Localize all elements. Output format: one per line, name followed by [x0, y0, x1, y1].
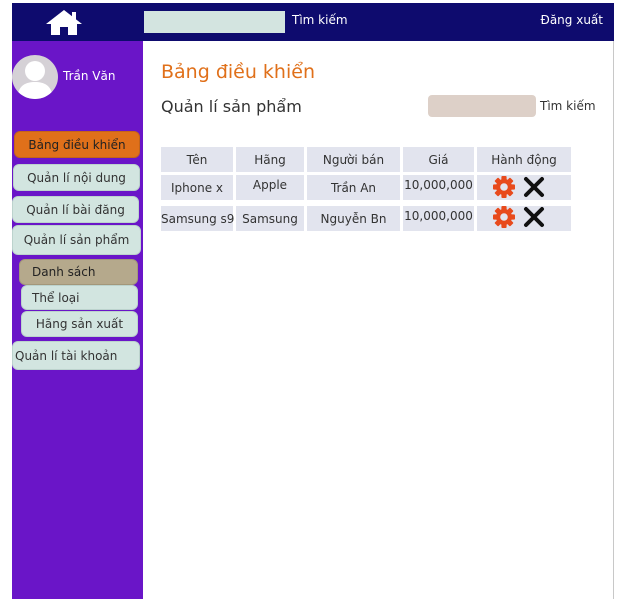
table-header-action: Hành động: [477, 147, 571, 172]
table-header-price: Giá: [403, 147, 474, 172]
app-root: Tìm kiếm Đăng xuất Trần Văn Bảng điều kh…: [0, 0, 624, 599]
home-icon: [46, 10, 82, 35]
top-search-input[interactable]: [144, 11, 285, 33]
sidebar-item-post-management[interactable]: Quản lí bài đăng: [12, 196, 139, 223]
sidebar-subitem-manufacturer[interactable]: Hãng sản xuất: [21, 311, 138, 337]
sidebar-subitem-category[interactable]: Thể loại: [21, 285, 138, 310]
sidebar-subitem-list[interactable]: Danh sách: [19, 259, 138, 285]
table-header-name: Tên: [161, 147, 233, 172]
sidebar: Trần Văn Bảng điều khiển Quản lí nội dun…: [12, 41, 143, 599]
edit-button[interactable]: [492, 206, 516, 228]
close-icon: [524, 177, 544, 197]
user-avatar: [12, 55, 58, 99]
delete-button[interactable]: [522, 176, 546, 198]
username-label: Trần Văn: [63, 69, 116, 83]
sidebar-item-account-management[interactable]: Quản lí tài khoản: [12, 341, 140, 370]
table-cell-name: Samsung s9: [161, 206, 234, 231]
table-header-brand: Hãng: [236, 147, 304, 172]
product-search-input[interactable]: [428, 95, 536, 117]
gear-icon: [493, 176, 515, 198]
sidebar-item-dashboard[interactable]: Bảng điều khiển: [14, 131, 140, 158]
table-cell-price: 10,000,000: [403, 206, 474, 231]
table-cell-brand: Samsung: [236, 206, 304, 231]
product-search-button[interactable]: Tìm kiếm: [540, 99, 596, 113]
table-header-seller: Người bán: [307, 147, 400, 172]
content-border: [613, 41, 614, 599]
table-cell-brand: Apple: [236, 175, 304, 200]
table-cell-name: Iphone x: [161, 175, 233, 200]
page-title: Bảng điều khiển: [161, 61, 315, 83]
section-title: Quản lí sản phẩm: [161, 97, 302, 116]
gear-icon: [493, 206, 515, 228]
edit-button[interactable]: [492, 176, 516, 198]
logout-button[interactable]: Đăng xuất: [541, 13, 603, 27]
top-bar: Tìm kiếm Đăng xuất: [12, 3, 614, 41]
table-cell-seller: Nguyễn Bn: [307, 206, 400, 231]
table-cell-price: 10,000,000: [403, 175, 474, 200]
top-search-button[interactable]: Tìm kiếm: [292, 13, 348, 27]
sidebar-item-content-management[interactable]: Quản lí nội dung: [13, 164, 140, 191]
home-button[interactable]: [44, 8, 84, 36]
delete-button[interactable]: [522, 206, 546, 228]
table-cell-seller: Trần An: [307, 175, 400, 200]
sidebar-item-product-management[interactable]: Quản lí sản phẩm: [12, 225, 141, 255]
close-icon: [524, 207, 544, 227]
